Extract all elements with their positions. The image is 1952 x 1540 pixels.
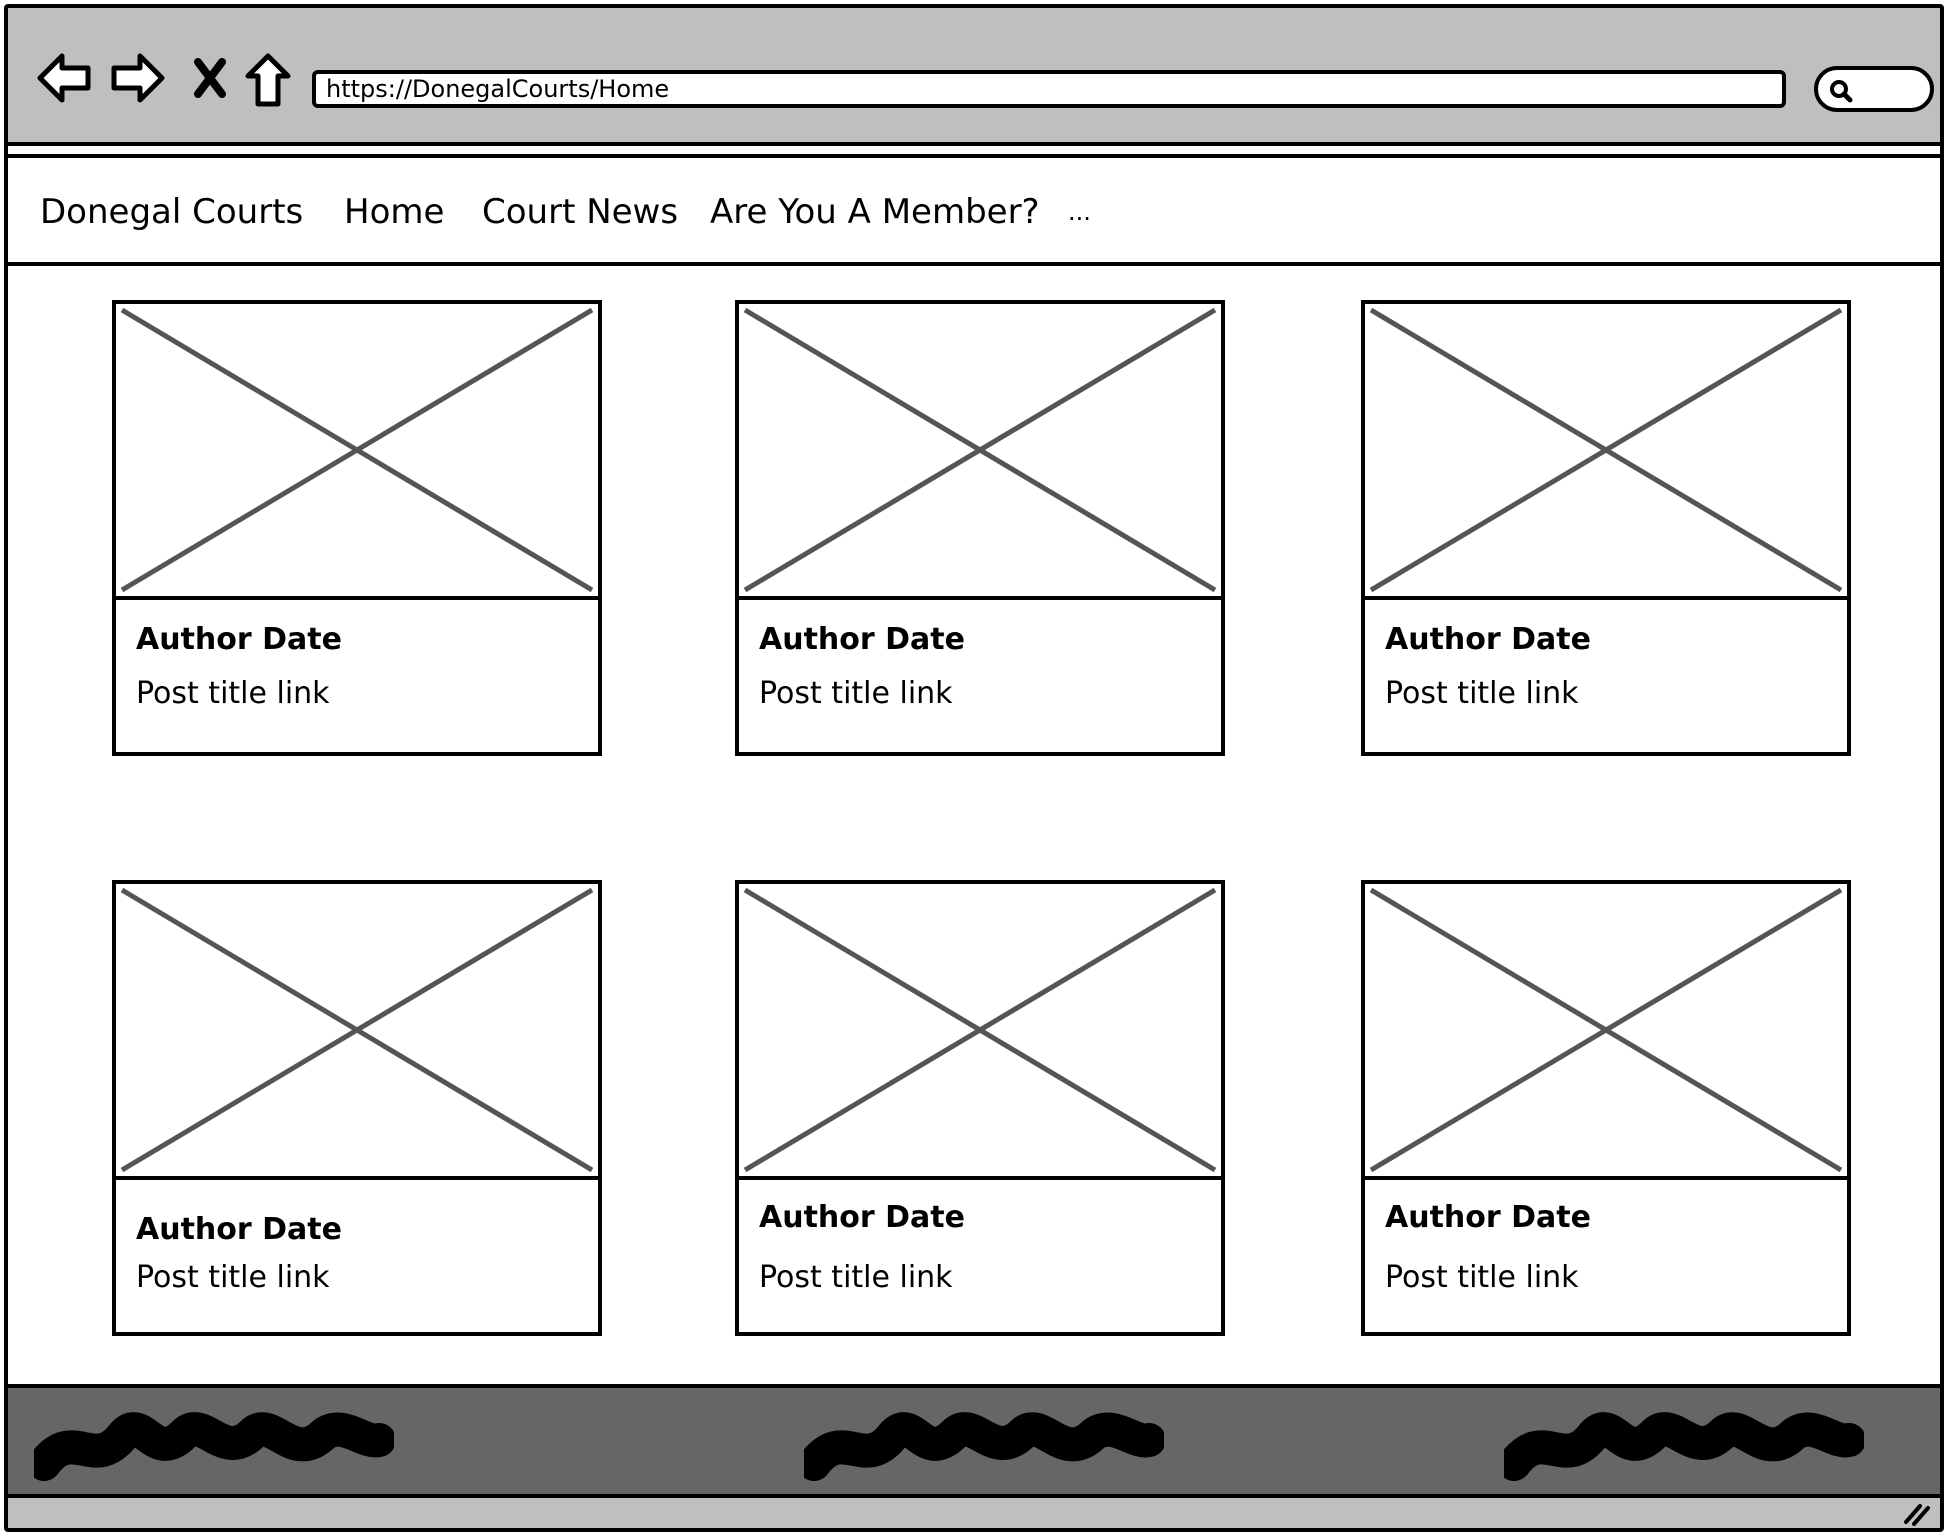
site-brand[interactable]: Donegal Courts	[40, 192, 303, 232]
post-card[interactable]: Author Date Post title link	[735, 300, 1225, 756]
post-card-body: Author Date Post title link	[735, 596, 1225, 756]
post-card-body: Author Date Post title link	[1361, 1176, 1851, 1336]
post-card[interactable]: Author Date Post title link	[1361, 300, 1851, 756]
post-card-body: Author Date Post title link	[112, 596, 602, 756]
close-icon[interactable]	[192, 58, 228, 98]
post-card-body: Author Date Post title link	[1361, 596, 1851, 756]
post-author-date: Author Date	[759, 622, 965, 657]
nav-home[interactable]: Home	[344, 192, 444, 232]
browser-window: https://DonegalCourts/Home Donegal Court…	[4, 4, 1944, 1532]
post-card-body: Author Date Post title link	[112, 1176, 602, 1336]
post-author-date: Author Date	[1385, 622, 1591, 657]
forward-arrow-icon[interactable]	[110, 52, 166, 104]
search-button[interactable]	[1814, 66, 1934, 112]
post-image-placeholder[interactable]	[735, 300, 1225, 600]
nav-are-you-a-member[interactable]: Are You A Member?	[710, 192, 1040, 232]
post-image-placeholder[interactable]	[112, 300, 602, 600]
post-author-date: Author Date	[759, 1200, 965, 1235]
post-title-link[interactable]: Post title link	[136, 1260, 330, 1295]
post-image-placeholder[interactable]	[735, 880, 1225, 1180]
post-author-date: Author Date	[136, 622, 342, 657]
post-card[interactable]: Author Date Post title link	[112, 880, 602, 1336]
post-card[interactable]: Author Date Post title link	[1361, 880, 1851, 1336]
status-bar	[8, 1498, 1940, 1528]
post-title-link[interactable]: Post title link	[1385, 676, 1579, 711]
resize-grip-icon[interactable]	[1902, 1500, 1930, 1526]
post-title-link[interactable]: Post title link	[759, 1260, 953, 1295]
footer-text-scribble	[804, 1412, 1164, 1481]
footer-text-scribble	[34, 1412, 394, 1481]
post-title-link[interactable]: Post title link	[759, 676, 953, 711]
browser-toolbar: https://DonegalCourts/Home	[8, 8, 1940, 146]
post-card[interactable]: Author Date Post title link	[735, 880, 1225, 1336]
search-icon	[1830, 80, 1853, 103]
nav-more[interactable]: ...	[1068, 192, 1091, 232]
address-bar[interactable]: https://DonegalCourts/Home	[312, 70, 1786, 108]
site-navbar: Donegal Courts Home Court News Are You A…	[8, 154, 1940, 266]
nav-court-news[interactable]: Court News	[482, 192, 678, 232]
post-image-placeholder[interactable]	[112, 880, 602, 1180]
post-image-placeholder[interactable]	[1361, 880, 1851, 1180]
back-arrow-icon[interactable]	[36, 52, 92, 104]
post-image-placeholder[interactable]	[1361, 300, 1851, 600]
site-footer	[8, 1384, 1940, 1498]
post-author-date: Author Date	[1385, 1200, 1591, 1235]
post-card[interactable]: Author Date Post title link	[112, 300, 602, 756]
home-icon[interactable]	[244, 52, 292, 108]
post-author-date: Author Date	[136, 1212, 342, 1247]
post-title-link[interactable]: Post title link	[136, 676, 330, 711]
footer-text-scribble	[1504, 1412, 1864, 1481]
post-title-link[interactable]: Post title link	[1385, 1260, 1579, 1295]
post-card-body: Author Date Post title link	[735, 1176, 1225, 1336]
